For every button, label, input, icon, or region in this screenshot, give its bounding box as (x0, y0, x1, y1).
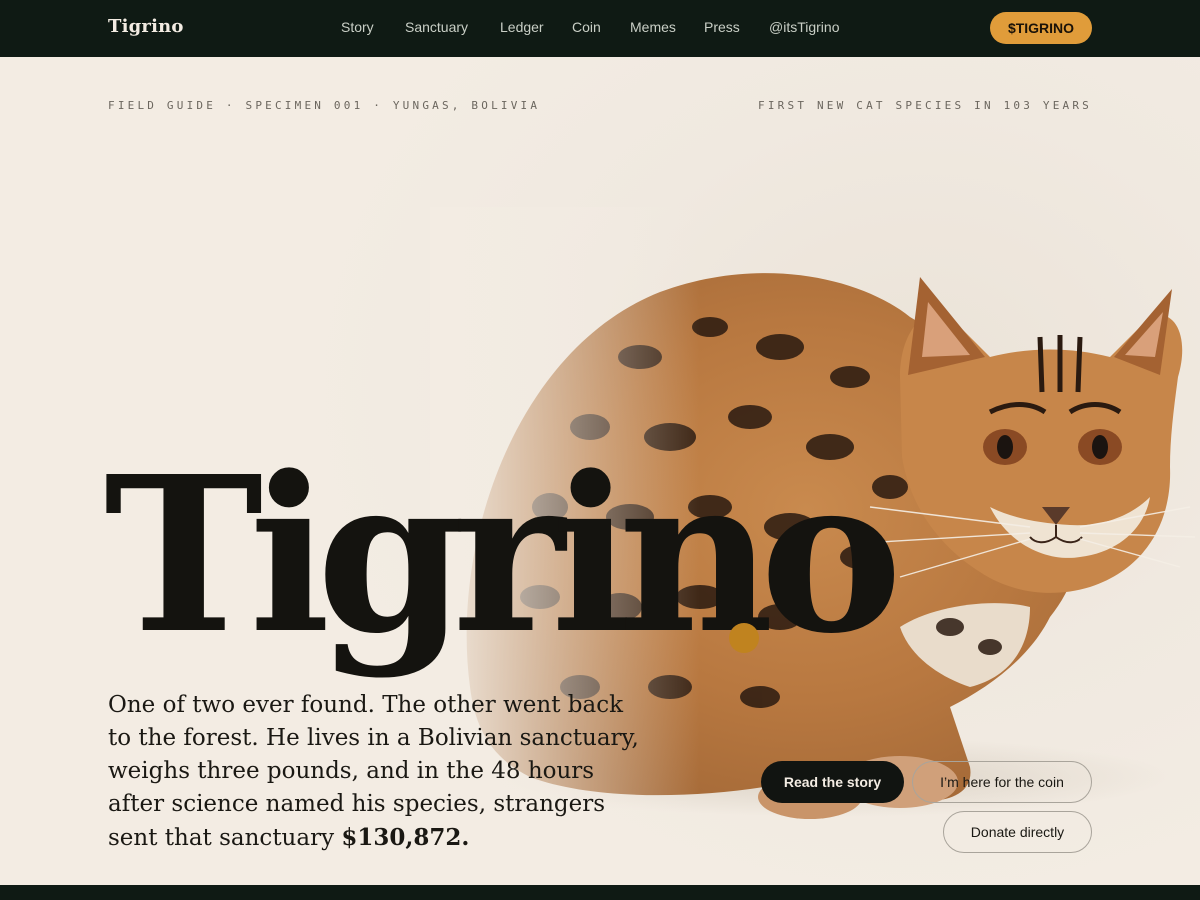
nav-link-story[interactable]: Story (341, 19, 374, 35)
donation-amount: $130,872. (341, 824, 470, 851)
top-nav-bar: Tigrino Story Sanctuary Ledger Coin Meme… (0, 0, 1200, 58)
nav-link-twitter[interactable]: @itsTigrino (769, 19, 840, 35)
footer-strip (0, 885, 1200, 900)
coin-button[interactable]: I’m here for the coin (912, 761, 1092, 803)
hero-lede: One of two ever found. The other went ba… (108, 689, 648, 855)
specimen-caption: FIELD GUIDE · SPECIMEN 001 · YUNGAS, BOL… (108, 99, 541, 112)
read-story-button[interactable]: Read the story (761, 761, 904, 803)
brand-logo[interactable]: Tigrino (108, 16, 184, 37)
hero-section: FIELD GUIDE · SPECIMEN 001 · YUNGAS, BOL… (0, 57, 1200, 885)
donate-button[interactable]: Donate directly (943, 811, 1092, 853)
ticker-button[interactable]: $TIGRINO (990, 12, 1092, 44)
nav-link-press[interactable]: Press (704, 19, 740, 35)
title-dot (729, 623, 759, 653)
nav-link-memes[interactable]: Memes (630, 19, 676, 35)
nav-link-ledger[interactable]: Ledger (500, 19, 544, 35)
hero-title: Tigrino (104, 430, 903, 681)
nav-link-coin[interactable]: Coin (572, 19, 601, 35)
species-caption: FIRST NEW CAT SPECIES IN 103 YEARS (758, 99, 1092, 112)
nav-link-sanctuary[interactable]: Sanctuary (405, 19, 468, 35)
